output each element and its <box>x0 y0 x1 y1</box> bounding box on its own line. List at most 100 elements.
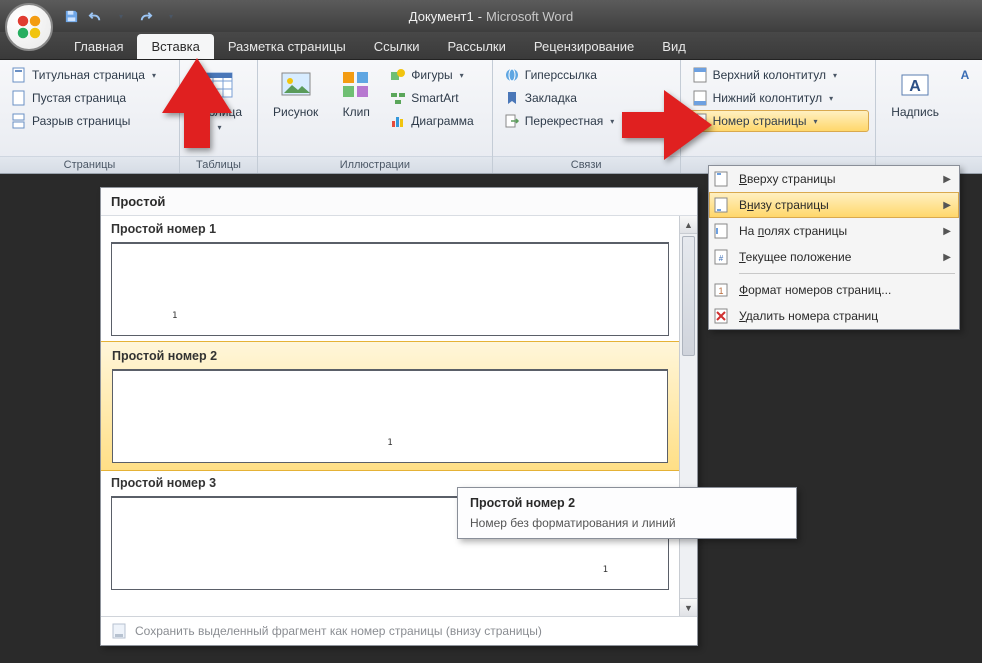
page-number-button[interactable]: #Номер страницы▾ <box>687 110 870 132</box>
menu-format-numbers[interactable]: 1Формат номеров страниц... <box>709 277 959 303</box>
submenu-arrow-icon: ▶ <box>943 252 951 263</box>
scrollbar-track[interactable] <box>680 234 697 598</box>
crossref-icon <box>504 113 520 129</box>
menu-page-margins[interactable]: На полях страницы▶ <box>709 218 959 244</box>
scroll-down-icon[interactable]: ▼ <box>680 598 697 616</box>
menu-remove-numbers[interactable]: Удалить номера страниц <box>709 303 959 329</box>
page-break-button[interactable]: Разрыв страницы <box>6 110 161 132</box>
group-illustrations: Рисунок Клип Фигуры▾ SmartArt Диаграмма … <box>258 60 493 173</box>
ribbon: Титульная страница▾ Пустая страница Разр… <box>0 60 982 174</box>
page-icon <box>11 67 27 83</box>
blank-page-icon <box>11 90 27 106</box>
gallery-item-2[interactable]: Простой номер 2 1 <box>101 341 680 471</box>
shapes-button[interactable]: Фигуры▾ <box>385 64 478 86</box>
page-bottom-icon <box>713 197 729 213</box>
undo-icon[interactable] <box>84 5 106 27</box>
tab-mailings[interactable]: Рассылки <box>434 34 520 59</box>
clipart-button[interactable]: Клип <box>331 64 381 124</box>
qat-customize-icon[interactable]: ▾ <box>160 5 182 27</box>
page-number-gallery: Простой Простой номер 1 1 Простой номер … <box>100 187 698 646</box>
annotation-arrow-1 <box>162 58 232 153</box>
chart-button[interactable]: Диаграмма <box>385 110 478 132</box>
smartart-icon <box>390 90 406 106</box>
gallery-item-1[interactable]: Простой номер 1 1 <box>101 216 679 336</box>
shapes-icon <box>390 67 406 83</box>
window-title: Документ1 - Microsoft Word <box>409 9 573 24</box>
app-name: Microsoft Word <box>486 9 573 24</box>
remove-icon <box>713 308 729 324</box>
bookmark-icon <box>504 90 520 106</box>
group-label-illustrations: Иллюстрации <box>258 156 492 173</box>
scroll-up-icon[interactable]: ▲ <box>680 216 697 234</box>
gallery-footer[interactable]: Сохранить выделенный фрагмент как номер … <box>101 616 697 645</box>
submenu-arrow-icon: ▶ <box>943 226 951 237</box>
group-label-pages: Страницы <box>0 156 179 173</box>
smartart-button[interactable]: SmartArt <box>385 87 478 109</box>
page-top-icon <box>713 171 729 187</box>
gallery-item-title: Простой номер 2 <box>112 349 668 363</box>
chevron-down-icon: ▾ <box>152 71 156 80</box>
tooltip-title: Простой номер 2 <box>470 496 784 510</box>
submenu-arrow-icon: ▶ <box>943 174 951 185</box>
picture-icon <box>280 69 312 101</box>
clipart-icon <box>340 69 372 101</box>
chart-icon <box>390 113 406 129</box>
page-break-icon <box>11 113 27 129</box>
chevron-down-icon: ▾ <box>460 71 464 80</box>
page-margins-icon <box>713 223 729 239</box>
menu-top-of-page[interactable]: Вверху страницы▶ <box>709 166 959 192</box>
chevron-down-icon: ▾ <box>829 94 833 103</box>
tab-layout[interactable]: Разметка страницы <box>214 34 360 59</box>
ribbon-tabs: Главная Вставка Разметка страницы Ссылки… <box>0 32 982 60</box>
title-page-button[interactable]: Титульная страница▾ <box>6 64 161 86</box>
header-button[interactable]: Верхний колонтитул▾ <box>687 64 870 86</box>
footer-button[interactable]: Нижний колонтитул▾ <box>687 87 870 109</box>
bookmark-button[interactable]: Закладка <box>499 87 620 109</box>
group-label-tables: Таблицы <box>180 156 257 173</box>
group-pages: Титульная страница▾ Пустая страница Разр… <box>0 60 180 173</box>
textbox-icon: A <box>899 69 931 101</box>
svg-text:A: A <box>961 68 970 82</box>
gallery-preview: 1 <box>111 242 669 336</box>
tab-review[interactable]: Рецензирование <box>520 34 648 59</box>
redo-icon[interactable] <box>134 5 156 27</box>
gallery-item-title: Простой номер 1 <box>111 222 669 236</box>
undo-split-icon[interactable]: ▾ <box>110 5 132 27</box>
tab-insert[interactable]: Вставка <box>137 34 213 59</box>
current-pos-icon: # <box>713 249 729 265</box>
gallery-tooltip: Простой номер 2 Номер без форматирования… <box>457 487 797 539</box>
menu-current-position[interactable]: #Текущее положение▶ <box>709 244 959 270</box>
hyperlink-button[interactable]: Гиперссылка <box>499 64 620 86</box>
hyperlink-icon <box>504 67 520 83</box>
title-bar: ▾ ▾ Документ1 - Microsoft Word <box>0 0 982 32</box>
document-name: Документ1 <box>409 9 474 24</box>
chevron-down-icon: ▾ <box>610 117 614 126</box>
svg-text:#: # <box>719 254 724 263</box>
tab-view[interactable]: Вид <box>648 34 700 59</box>
textbox-button[interactable]: A Надпись <box>882 64 948 124</box>
annotation-arrow-2 <box>622 90 712 165</box>
wordart-icon: A <box>957 67 973 83</box>
format-icon: 1 <box>713 282 729 298</box>
tooltip-body: Номер без форматирования и линий <box>470 516 784 530</box>
save-selection-icon <box>111 623 127 639</box>
gallery-scrollbar[interactable]: ▲ ▼ <box>679 216 697 616</box>
gallery-section-header: Простой <box>101 188 697 216</box>
picture-button[interactable]: Рисунок <box>264 64 327 124</box>
chevron-down-icon: ▾ <box>833 71 837 80</box>
tab-references[interactable]: Ссылки <box>360 34 434 59</box>
gallery-preview: 1 <box>112 369 668 463</box>
submenu-arrow-icon: ▶ <box>943 200 951 211</box>
group-text: A Надпись A <box>876 60 982 173</box>
menu-bottom-of-page[interactable]: Внизу страницы▶ <box>709 192 959 218</box>
header-icon <box>692 67 708 83</box>
crossref-button[interactable]: Перекрестная▾ <box>499 110 620 132</box>
save-icon[interactable] <box>60 5 82 27</box>
wordart-button[interactable]: A <box>954 64 976 86</box>
blank-page-button[interactable]: Пустая страница <box>6 87 161 109</box>
scrollbar-thumb[interactable] <box>682 236 695 356</box>
quick-access-toolbar: ▾ ▾ <box>60 5 182 27</box>
office-button[interactable] <box>5 3 53 51</box>
chevron-down-icon: ▾ <box>814 117 818 126</box>
tab-home[interactable]: Главная <box>60 34 137 59</box>
